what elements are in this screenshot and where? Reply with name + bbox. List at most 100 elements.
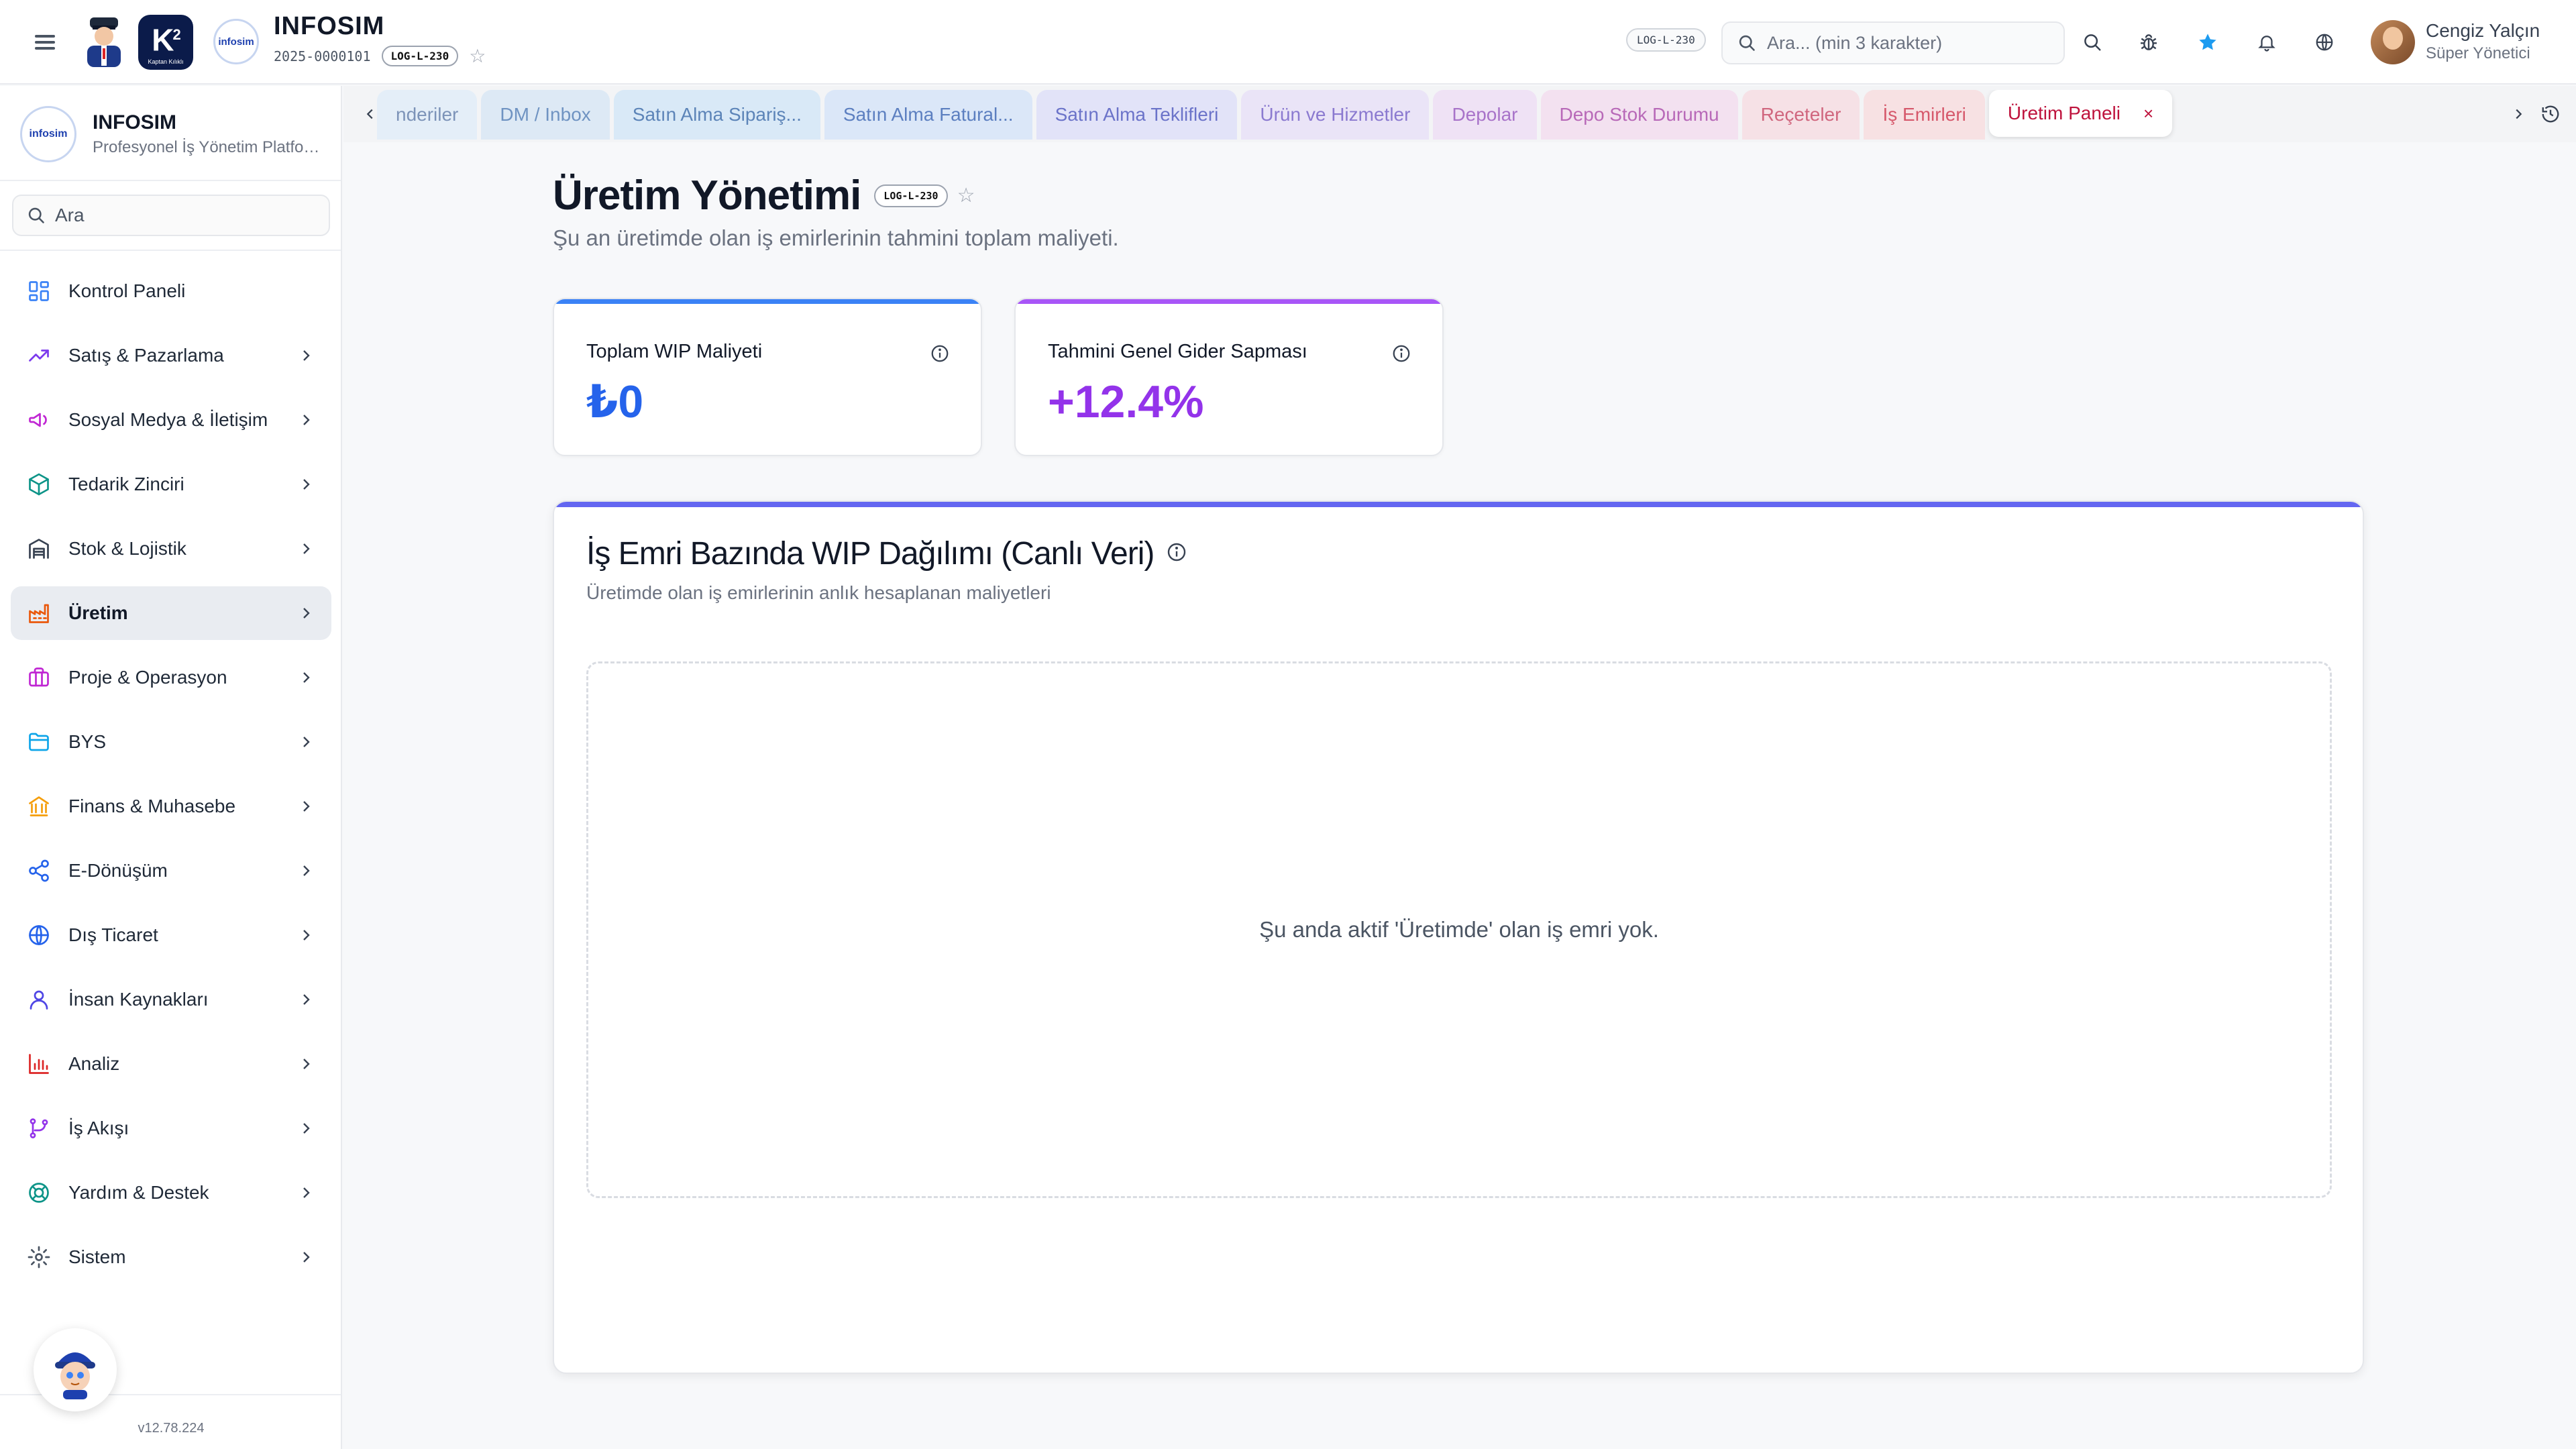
global-search-input[interactable] — [1767, 32, 2049, 54]
menu-toggle-icon[interactable] — [34, 31, 56, 54]
user-menu[interactable]: Cengiz Yalçın Süper Yönetici — [2426, 20, 2540, 63]
sidebar-item-13[interactable]: Analiz — [11, 1037, 331, 1091]
sidebar-item-3[interactable]: Sosyal Medya & İletişim — [11, 393, 331, 447]
tab-5[interactable]: Satın Alma Teklifleri — [1036, 90, 1238, 140]
tab-label: Ürün ve Hizmetler — [1260, 104, 1411, 125]
sidebar-item-11[interactable]: Dış Ticaret — [11, 908, 331, 962]
chevron-right-icon — [298, 541, 314, 557]
search-icon — [28, 207, 44, 223]
tab-7[interactable]: Depolar — [1433, 90, 1537, 140]
global-search[interactable] — [1721, 21, 2065, 64]
open-tabs-bar: nderiler DM / Inbox Satın Alma Sipariş... S… — [343, 86, 2576, 142]
sidebar-item-label: Proje & Operasyon — [68, 667, 227, 688]
sidebar-item-label: Sistem — [68, 1246, 126, 1267]
tab-9[interactable]: Reçeteler — [1741, 90, 1860, 140]
chevron-right-icon — [298, 863, 314, 879]
sidebar-search[interactable] — [12, 195, 330, 236]
sidebar-item-14[interactable]: İş Akışı — [11, 1102, 331, 1155]
search-icon[interactable] — [2080, 30, 2105, 55]
company-badge: LOG-L-230 — [381, 46, 459, 66]
sidebar-search-input[interactable] — [55, 205, 310, 226]
company-switcher[interactable]: INFOSIM 2025-0000101 LOG-L-230 ☆ — [274, 12, 486, 67]
tab-8[interactable]: Depo Stok Durumu — [1540, 90, 1738, 140]
tab-history-icon[interactable] — [2537, 101, 2564, 127]
info-icon[interactable] — [1391, 343, 1411, 367]
close-tab-icon[interactable]: × — [2143, 103, 2153, 124]
tab-label: Satın Alma Fatural... — [843, 104, 1014, 125]
sidebar-item-2[interactable]: Satış & Pazarlama — [11, 329, 331, 382]
bar-chart-icon — [25, 1051, 52, 1077]
sidebar-brand[interactable]: infosim INFOSIM Profesyonel İş Yönetim P… — [20, 106, 321, 162]
gear-icon — [25, 1244, 52, 1271]
tab-6[interactable]: Ürün ve Hizmetler — [1241, 90, 1430, 140]
wip-distribution-panel: İş Emri Bazında WIP Dağılımı (Canlı Veri… — [553, 500, 2364, 1374]
page-code-badge: LOG-L-230 — [1626, 28, 1706, 52]
top-header: K2 Kaptan Kılıklı infosim INFOSIM 2025-0… — [0, 0, 2576, 85]
tab-11[interactable]: Üretim Paneli × — [1988, 90, 2173, 137]
tab-label: Depolar — [1452, 104, 1518, 125]
favorites-star-icon[interactable] — [2195, 30, 2220, 55]
sidebar-item-6[interactable]: Üretim — [11, 586, 331, 640]
sidebar-item-label: Kontrol Paneli — [68, 280, 186, 301]
company-logo[interactable]: infosim — [213, 19, 259, 64]
tab-3[interactable]: Satın Alma Sipariş... — [613, 90, 820, 140]
sidebar-item-16[interactable]: Sistem — [11, 1230, 331, 1284]
sidebar-item-label: Analiz — [68, 1053, 120, 1074]
tab-label: DM / Inbox — [500, 104, 591, 125]
workflow-icon — [25, 1115, 52, 1142]
tab-1[interactable]: nderiler — [377, 90, 478, 140]
globe-icon — [25, 922, 52, 949]
sidebar-item-1[interactable]: Kontrol Paneli — [11, 264, 331, 318]
sidebar: infosim INFOSIM Profesyonel İş Yönetim P… — [0, 86, 342, 1449]
sidebar-item-9[interactable]: Finans & Muhasebe — [11, 780, 331, 833]
sidebar-item-8[interactable]: BYS — [11, 715, 331, 769]
sidebar-item-label: Satış & Pazarlama — [68, 345, 224, 366]
chevron-right-icon — [298, 412, 314, 428]
sidebar-item-label: Yardım & Destek — [68, 1182, 209, 1203]
sidebar-item-label: Finans & Muhasebe — [68, 796, 236, 816]
folder-icon — [25, 729, 52, 755]
tab-label: nderiler — [396, 104, 459, 125]
sidebar-item-12[interactable]: İnsan Kaynakları — [11, 973, 331, 1026]
share-icon — [25, 857, 52, 884]
chevron-right-icon — [298, 734, 314, 750]
panel-accent-bar — [554, 502, 2363, 507]
kpi-card-overhead-variance: Tahmini Genel Gider Sapması +12.4% — [1014, 298, 1444, 456]
favorite-star-icon[interactable]: ☆ — [469, 45, 486, 67]
k2-logo: K2 Kaptan Kılıklı — [138, 15, 193, 70]
user-avatar[interactable] — [2371, 20, 2415, 64]
company-code: 2025-0000101 — [274, 48, 371, 64]
bug-icon[interactable] — [2136, 30, 2161, 55]
chevron-right-icon — [298, 927, 314, 943]
info-icon[interactable] — [930, 343, 950, 367]
empty-state-message: Şu anda aktif 'Üretimde' olan iş emri yo… — [1259, 917, 1659, 942]
tab-10[interactable]: İş Emirleri — [1864, 90, 1985, 140]
chevron-right-icon — [298, 1056, 314, 1072]
info-icon[interactable] — [1166, 541, 1187, 566]
favorite-star-icon[interactable]: ☆ — [957, 184, 975, 207]
tabs-scroll-right-icon[interactable] — [2505, 101, 2532, 127]
language-globe-icon[interactable] — [2312, 30, 2337, 55]
tab-label: Depo Stok Durumu — [1559, 104, 1719, 125]
sidebar-item-15[interactable]: Yardım & Destek — [11, 1166, 331, 1220]
tab-label: Reçeteler — [1760, 104, 1841, 125]
sidebar-item-label: Sosyal Medya & İletişim — [68, 409, 268, 430]
megaphone-icon — [25, 407, 52, 433]
sidebar-item-label: Stok & Lojistik — [68, 538, 186, 559]
chevron-right-icon — [298, 347, 314, 364]
sidebar-item-5[interactable]: Stok & Lojistik — [11, 522, 331, 576]
chevron-right-icon — [298, 1249, 314, 1265]
warehouse-icon — [25, 535, 52, 562]
chevron-right-icon — [298, 798, 314, 814]
assistant-mascot-button[interactable] — [34, 1328, 117, 1411]
sidebar-item-10[interactable]: E-Dönüşüm — [11, 844, 331, 898]
factory-icon — [25, 600, 52, 627]
tab-4[interactable]: Satın Alma Fatural... — [824, 90, 1032, 140]
sidebar-item-7[interactable]: Proje & Operasyon — [11, 651, 331, 704]
empty-state: Şu anda aktif 'Üretimde' olan iş emri yo… — [586, 661, 2332, 1198]
tab-2[interactable]: DM / Inbox — [481, 90, 610, 140]
notification-bell-icon[interactable] — [2254, 30, 2279, 55]
sidebar-item-4[interactable]: Tedarik Zinciri — [11, 458, 331, 511]
panel-title: İş Emri Bazında WIP Dağılımı (Canlı Veri… — [586, 536, 1155, 572]
panel-subtitle: Üretimde olan iş emirlerinin anlık hesap… — [586, 582, 1051, 603]
